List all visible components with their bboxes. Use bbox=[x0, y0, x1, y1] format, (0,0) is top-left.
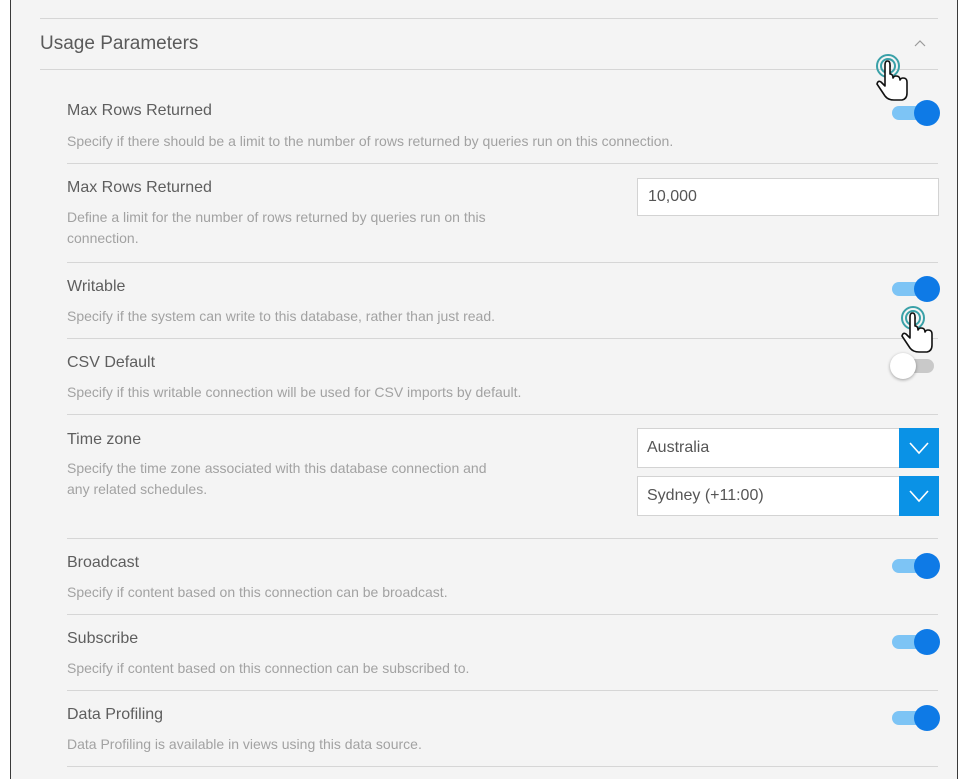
chevron-down-icon bbox=[909, 442, 929, 455]
data-profiling-toggle[interactable] bbox=[890, 704, 940, 731]
subscribe-title: Subscribe bbox=[67, 630, 139, 647]
divider bbox=[67, 338, 938, 339]
divider bbox=[40, 18, 938, 19]
toggle-knob bbox=[914, 705, 940, 731]
time-zone-zone-select[interactable]: Sydney (+11:00) bbox=[637, 476, 939, 516]
toggle-knob bbox=[914, 276, 940, 302]
divider bbox=[67, 614, 938, 615]
max-rows-limit-title: Max Rows Returned bbox=[67, 179, 212, 196]
hand-pointer-click-icon bbox=[876, 54, 908, 101]
time-zone-title: Time zone bbox=[67, 431, 142, 448]
toggle-knob bbox=[914, 100, 940, 126]
max-rows-limit-desc-line2: connection. bbox=[67, 230, 139, 246]
dropdown-button[interactable] bbox=[899, 428, 939, 468]
divider bbox=[67, 163, 938, 164]
section-title: Usage Parameters bbox=[40, 33, 199, 54]
broadcast-desc: Specify if content based on this connect… bbox=[67, 584, 448, 600]
csv-default-desc: Specify if this writable connection will… bbox=[67, 384, 522, 400]
divider bbox=[67, 766, 938, 767]
broadcast-toggle[interactable] bbox=[890, 552, 940, 579]
divider bbox=[67, 262, 938, 263]
divider bbox=[67, 414, 938, 415]
toggle-knob bbox=[914, 629, 940, 655]
writable-toggle[interactable] bbox=[890, 275, 940, 302]
divider bbox=[40, 69, 938, 70]
time-zone-desc-line1: Specify the time zone associated with th… bbox=[67, 460, 487, 476]
toggle-knob bbox=[890, 353, 916, 379]
writable-desc: Specify if the system can write to this … bbox=[67, 308, 495, 324]
writable-title: Writable bbox=[67, 278, 126, 295]
data-profiling-title: Data Profiling bbox=[67, 706, 164, 723]
toggle-knob bbox=[914, 553, 940, 579]
subscribe-desc: Specify if content based on this connect… bbox=[67, 660, 470, 676]
time-zone-zone-value: Sydney (+11:00) bbox=[647, 487, 764, 504]
subscribe-toggle[interactable] bbox=[890, 628, 940, 655]
max-rows-toggle-title: Max Rows Returned bbox=[67, 102, 212, 119]
time-zone-region-value: Australia bbox=[647, 439, 710, 456]
csv-default-title: CSV Default bbox=[67, 354, 156, 371]
max-rows-limit-input[interactable] bbox=[637, 178, 939, 216]
chevron-up-icon[interactable] bbox=[913, 38, 927, 48]
hand-pointer-click-icon bbox=[901, 306, 933, 353]
divider bbox=[67, 690, 938, 691]
data-profiling-desc: Data Profiling is available in views usi… bbox=[67, 736, 422, 752]
max-rows-toggle-desc: Specify if there should be a limit to th… bbox=[67, 133, 674, 149]
time-zone-desc-line2: any related schedules. bbox=[67, 481, 208, 497]
broadcast-title: Broadcast bbox=[67, 554, 140, 571]
divider bbox=[67, 538, 938, 539]
time-zone-region-select[interactable]: Australia bbox=[637, 428, 939, 468]
max-rows-limit-desc-line1: Define a limit for the number of rows re… bbox=[67, 209, 486, 225]
chevron-down-icon bbox=[909, 490, 929, 503]
dropdown-button[interactable] bbox=[899, 476, 939, 516]
